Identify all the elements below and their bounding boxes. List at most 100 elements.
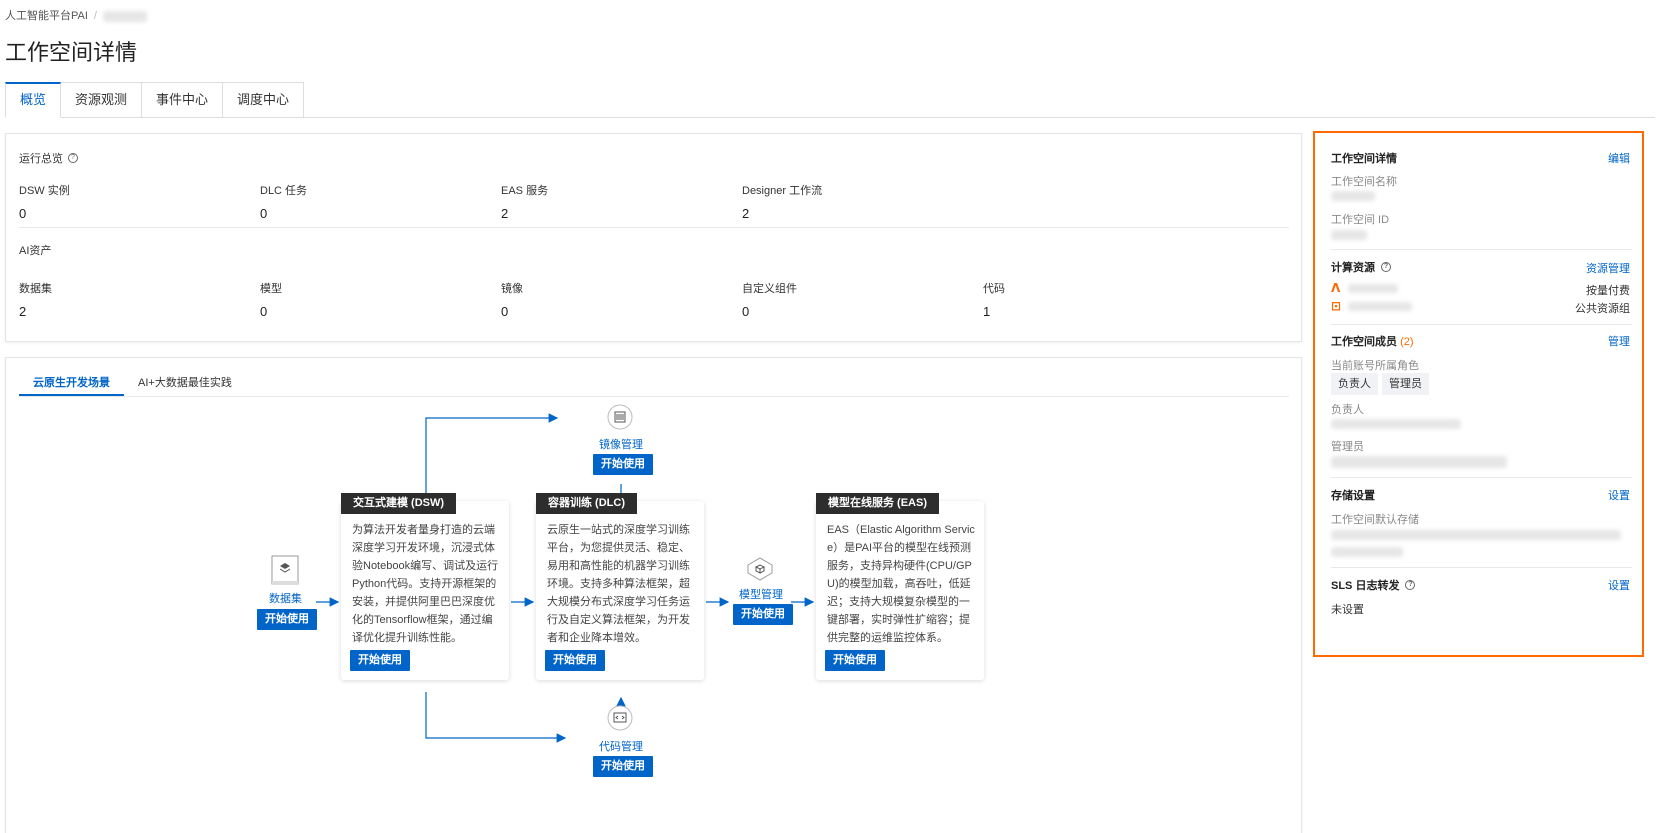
help-icon[interactable]: ?	[1405, 580, 1416, 590]
resource-name-blurred	[1347, 284, 1398, 294]
tab-resource-observation[interactable]: 资源观测	[61, 82, 143, 118]
page-title: 工作空间详情	[5, 40, 138, 65]
storage-path-blurred	[1331, 530, 1621, 540]
dlc-start-button[interactable]: 开始使用	[545, 650, 605, 671]
stat-value: 0	[260, 304, 268, 319]
tab-event-center[interactable]: 事件中心	[142, 82, 224, 118]
run-overview-label: 运行总览	[19, 153, 63, 165]
current-role-label: 当前账号所属角色	[1331, 360, 1419, 372]
model-management-icon[interactable]	[746, 556, 774, 585]
stat-value: 0	[19, 206, 27, 221]
panel-divider	[1331, 477, 1632, 478]
role-tag-admin: 管理员	[1382, 373, 1429, 395]
resource-icon: ⊡	[1331, 299, 1342, 313]
sls-settings-link[interactable]: 设置	[1608, 577, 1630, 593]
breadcrumb-root[interactable]: 人工智能平台PAI	[5, 10, 88, 22]
stat-value: 0	[501, 304, 509, 319]
breadcrumb-separator: /	[93, 10, 97, 22]
dlc-title: 容器训练 (DLC)	[536, 493, 637, 514]
billing-pay-as-you-go: 按量付费	[1586, 285, 1630, 297]
stat-label: EAS 服务	[501, 185, 549, 197]
eas-description: EAS（Elastic Algorithm Service）是PAI平台的模型在…	[827, 524, 975, 644]
stat-dataset[interactable]: 数据集 2	[19, 280, 52, 319]
storage-settings-link[interactable]: 设置	[1608, 487, 1630, 503]
code-start-button[interactable]: 开始使用	[593, 756, 653, 777]
dsw-start-button[interactable]: 开始使用	[350, 650, 410, 671]
tab-schedule-center[interactable]: 调度中心	[223, 82, 305, 118]
stat-designer[interactable]: Designer 工作流 2	[742, 182, 822, 221]
model-start-button[interactable]: 开始使用	[733, 604, 793, 625]
edit-link[interactable]: 编辑	[1608, 150, 1630, 166]
stat-eas[interactable]: EAS 服务 2	[501, 182, 548, 221]
storage-title: 存储设置	[1331, 490, 1375, 502]
members-manage-link[interactable]: 管理	[1608, 333, 1630, 349]
owner-value-blurred	[1331, 419, 1461, 429]
dsw-title: 交互式建模 (DSW)	[341, 493, 457, 514]
workspace-name-label: 工作空间名称	[1331, 176, 1397, 188]
dataset-label[interactable]: 数据集	[269, 590, 302, 606]
stat-dlc[interactable]: DLC 任务 0	[260, 182, 307, 221]
ai-assets-title: AI资产	[19, 245, 52, 257]
dataset-start-button[interactable]: 开始使用	[257, 609, 317, 630]
role-tags: 负责人 管理员	[1331, 373, 1433, 395]
owner-label: 负责人	[1331, 404, 1364, 416]
sls-title-row: SLS 日志转发 ?	[1331, 577, 1630, 593]
overview-card: 运行总览 ? DSW 实例 0 DLC 任务 0 EAS 服务 2 Designer …	[5, 133, 1302, 342]
admin-label: 管理员	[1331, 441, 1364, 453]
compute-title: 计算资源	[1331, 262, 1375, 274]
default-storage-label: 工作空间默认存储	[1331, 514, 1419, 526]
dlc-card: 容器训练 (DLC) 云原生一站式的深度学习训练平台，为您提供灵活、稳定、易用和…	[536, 493, 704, 680]
role-tag-owner: 负责人	[1331, 373, 1378, 395]
resource-management-link[interactable]: 资源管理	[1586, 260, 1630, 276]
image-management-label[interactable]: 镜像管理	[599, 436, 643, 452]
code-management-label[interactable]: 代码管理	[599, 738, 643, 754]
stat-model[interactable]: 模型 0	[260, 280, 282, 319]
eas-card: 模型在线服务 (EAS) EAS（Elastic Algorithm Servi…	[816, 493, 984, 680]
workspace-name-blurred	[1331, 191, 1375, 201]
stat-label: DSW 实例	[19, 185, 70, 197]
dataset-icon[interactable]	[271, 555, 299, 590]
stat-image[interactable]: 镜像 0	[501, 280, 523, 319]
stat-label: 模型	[260, 283, 282, 295]
sls-title: SLS 日志转发	[1331, 580, 1400, 592]
stat-custom-component[interactable]: 自定义组件 0	[742, 280, 797, 319]
stat-value: 0	[260, 206, 268, 221]
stat-label: Designer 工作流	[742, 185, 823, 197]
billing-public-group: 公共资源组	[1575, 303, 1630, 315]
members-count: (2)	[1400, 336, 1414, 348]
panel-divider	[1331, 567, 1632, 568]
help-icon[interactable]: ?	[1381, 262, 1391, 272]
scenario-card: 云原生开发场景 AI+大数据最佳实践 数据集 开始使用 交互式建模 (DSW) …	[5, 357, 1302, 833]
breadcrumb-current-blurred	[102, 10, 147, 22]
code-management-icon[interactable]	[606, 704, 634, 735]
stat-label: 镜像	[501, 283, 523, 295]
admin-value-blurred	[1331, 456, 1507, 468]
stat-code[interactable]: 代码 1	[983, 280, 1005, 319]
stat-value: 0	[742, 304, 750, 319]
storage-path-blurred	[1331, 547, 1403, 557]
model-management-label[interactable]: 模型管理	[739, 586, 783, 602]
tab-overview[interactable]: 概览	[5, 82, 62, 118]
stat-value: 1	[983, 304, 991, 319]
workspace-detail-panel: 工作空间详情 编辑 工作空间名称 工作空间 ID 计算资源 ? 资源管理 ᐱ 按…	[1313, 131, 1644, 657]
image-start-button[interactable]: 开始使用	[593, 454, 653, 475]
stat-label: DLC 任务	[260, 185, 308, 197]
section-divider	[19, 227, 1289, 228]
dlc-description: 云原生一站式的深度学习训练平台，为您提供灵活、稳定、易用和高性能的机器学习训练环…	[547, 524, 690, 644]
resource-name-blurred	[1348, 302, 1413, 312]
compute-resource-1: ᐱ	[1331, 281, 1398, 295]
stat-label: 自定义组件	[742, 283, 797, 295]
stat-value: 2	[501, 206, 509, 221]
stat-value: 2	[742, 206, 750, 221]
stat-label: 代码	[983, 283, 1005, 295]
stat-value: 2	[19, 304, 27, 319]
help-icon[interactable]: ?	[68, 153, 78, 163]
workspace-id-blurred	[1331, 230, 1367, 240]
tab-bar: 概览 资源观测 事件中心 调度中心	[5, 82, 1656, 118]
run-overview-title: 运行总览 ?	[19, 150, 78, 166]
eas-start-button[interactable]: 开始使用	[825, 650, 885, 671]
stat-dsw[interactable]: DSW 实例 0	[19, 182, 70, 221]
detail-title: 工作空间详情	[1331, 153, 1397, 165]
members-title-row: 工作空间成员 (2)	[1331, 333, 1630, 349]
image-management-icon[interactable]	[606, 403, 634, 434]
